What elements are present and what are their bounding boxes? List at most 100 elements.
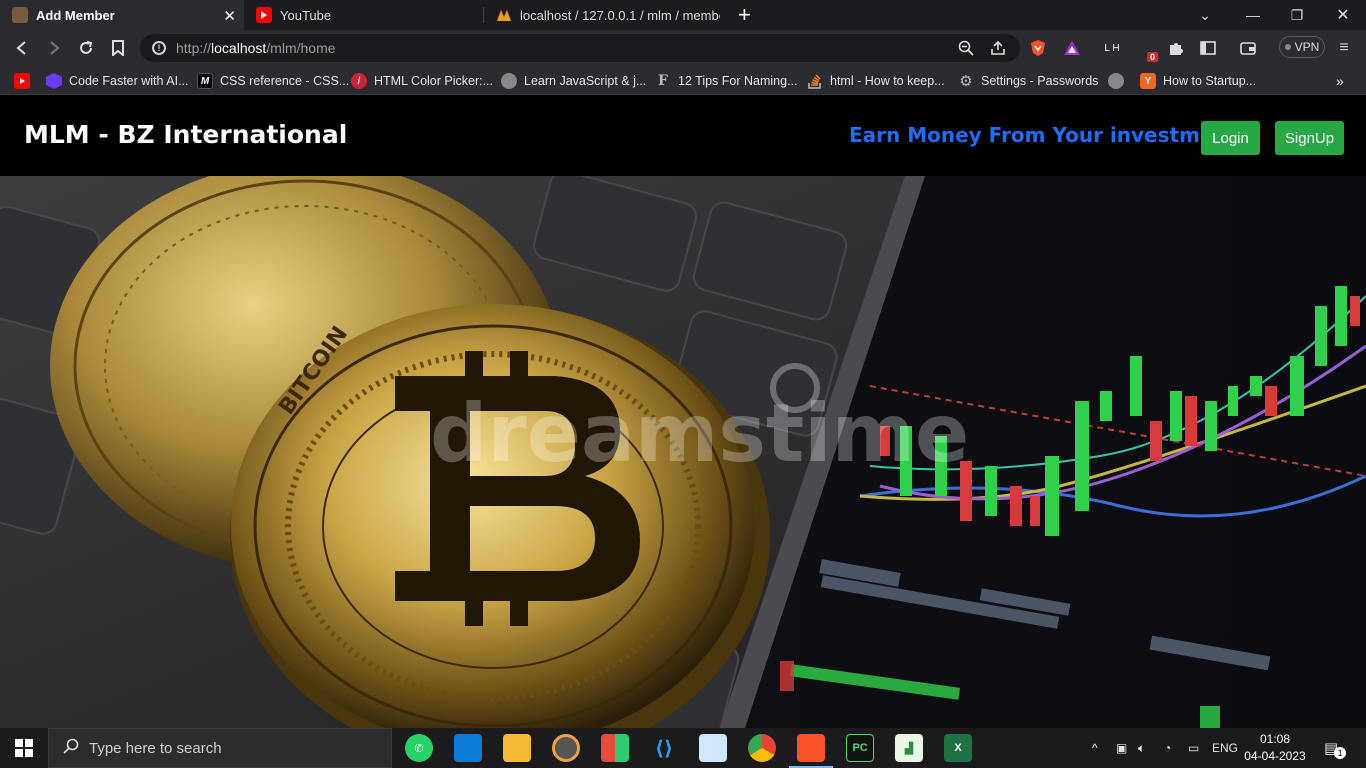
windows-taskbar: Type here to search ✆ ⟨⟩ PC ▟ X ^ ▣ 🔈︎ ◔… bbox=[0, 728, 1366, 768]
site-tagline: Earn Money From Your investment bbox=[849, 123, 1238, 147]
clock-time: 01:08 bbox=[1259, 732, 1291, 746]
extension-badge-count: 0 bbox=[1146, 52, 1158, 62]
restore-icon[interactable]: ❐ bbox=[1282, 0, 1312, 30]
bookmark-item[interactable]: ⚙ Settings - Passwords bbox=[958, 72, 1098, 90]
bookmark-label: 12 Tips For Naming... bbox=[678, 74, 798, 88]
site-info-icon[interactable]: ! bbox=[152, 41, 166, 55]
sidebar-icon[interactable] bbox=[1198, 38, 1218, 58]
file-explorer-icon[interactable] bbox=[503, 734, 531, 762]
chrome-icon[interactable] bbox=[748, 734, 776, 762]
excel-icon[interactable]: X bbox=[944, 734, 972, 762]
close-tab-icon[interactable]: ✕ bbox=[223, 7, 236, 25]
meet-now-icon[interactable]: ▣ bbox=[1116, 728, 1127, 768]
login-button[interactable]: Login bbox=[1201, 121, 1260, 155]
minimize-icon[interactable]: — bbox=[1238, 0, 1268, 30]
bookmark-item[interactable]: M CSS reference - CSS... bbox=[197, 72, 349, 90]
clock-date: 04-04-2023 bbox=[1244, 749, 1306, 763]
address-bar[interactable]: ! http://localhost/mlm/home bbox=[140, 34, 1020, 62]
lighthouse-extension-icon[interactable]: L H bbox=[1102, 38, 1122, 58]
watermark-text: dreamstime bbox=[430, 387, 969, 480]
color-picker-icon: / bbox=[351, 73, 367, 89]
menu-icon[interactable]: ≡ bbox=[1334, 38, 1354, 58]
site-favicon-icon bbox=[12, 7, 28, 23]
windows-start-icon[interactable] bbox=[0, 728, 48, 768]
site-brand[interactable]: MLM - BZ International bbox=[24, 120, 347, 149]
media-player-icon[interactable] bbox=[552, 734, 580, 762]
network-icon[interactable]: ◔ bbox=[1164, 728, 1171, 768]
whatsapp-icon[interactable]: ✆ bbox=[405, 734, 433, 762]
bookmark-label: Learn JavaScript & j... bbox=[524, 74, 647, 88]
f-logo-icon: F bbox=[658, 73, 668, 89]
gear-icon: ⚙ bbox=[959, 73, 973, 90]
forward-icon[interactable] bbox=[44, 38, 64, 58]
taskbar-search-box[interactable]: Type here to search bbox=[48, 728, 392, 768]
youtube-icon bbox=[14, 73, 30, 89]
vpn-label: VPN bbox=[1294, 40, 1320, 54]
tab-add-member[interactable]: Add Member ✕ bbox=[0, 0, 244, 30]
vscode-icon[interactable]: ⟨⟩ bbox=[650, 734, 678, 762]
share-icon[interactable] bbox=[988, 38, 1008, 58]
stackoverflow-icon bbox=[807, 73, 823, 89]
globe-icon bbox=[1108, 73, 1124, 89]
bookmark-label: html - How to keep... bbox=[830, 74, 945, 88]
chart-app-icon[interactable]: ▟ bbox=[895, 734, 923, 762]
wallet-icon[interactable] bbox=[1238, 38, 1258, 58]
close-window-icon[interactable]: ✕ bbox=[1328, 0, 1358, 30]
brave-shields-icon[interactable] bbox=[1028, 38, 1048, 58]
browser-toolbar: ! http://localhost/mlm/home L H 0 VPN ≡ bbox=[0, 30, 1366, 66]
hero-image: BITCOIN dreamstime bbox=[0, 176, 1366, 728]
web-page: MLM - BZ International Earn Money From Y… bbox=[0, 96, 1366, 728]
bookmark-item[interactable]: Learn JavaScript & j... bbox=[501, 72, 646, 90]
brave-rewards-icon[interactable] bbox=[1062, 38, 1082, 58]
bookmark-item[interactable]: / HTML Color Picker:... bbox=[351, 72, 493, 90]
bookmarks-overflow-icon[interactable]: » bbox=[1336, 72, 1344, 90]
new-tab-button[interactable]: + bbox=[738, 0, 751, 30]
extensions-puzzle-icon[interactable] bbox=[1166, 38, 1186, 58]
vpn-button[interactable]: VPN bbox=[1279, 36, 1325, 58]
taskview-app-icon[interactable] bbox=[454, 734, 482, 762]
tab-phpmyadmin[interactable]: localhost / 127.0.0.1 / mlm / members bbox=[484, 0, 724, 30]
back-icon[interactable] bbox=[12, 38, 32, 58]
bookmark-label: Code Faster with AI... bbox=[69, 74, 189, 88]
bookmark-item[interactable]: html - How to keep... bbox=[807, 72, 945, 90]
bookmark-item[interactable]: Y How to Startup... bbox=[1140, 72, 1256, 90]
bookmark-item-globe[interactable] bbox=[1108, 72, 1131, 90]
signup-button[interactable]: SignUp bbox=[1275, 121, 1344, 155]
language-indicator[interactable]: ENG bbox=[1212, 728, 1238, 768]
tab-youtube[interactable]: YouTube bbox=[244, 0, 484, 30]
tab-title: Add Member bbox=[36, 7, 115, 23]
youtube-icon bbox=[256, 7, 272, 23]
hexagon-icon bbox=[46, 73, 62, 89]
brave-browser-icon[interactable] bbox=[789, 734, 833, 768]
site-header: MLM - BZ International Earn Money From Y… bbox=[0, 96, 1366, 176]
notification-center-icon[interactable]: ▤ 1 bbox=[1324, 728, 1347, 768]
browser-tab-strip: Add Member ✕ YouTube localhost / 127.0.0… bbox=[0, 0, 1366, 30]
bookmark-item[interactable]: Code Faster with AI... bbox=[46, 72, 189, 90]
bookmark-label: Settings - Passwords bbox=[981, 74, 1099, 88]
notification-count: 1 bbox=[1334, 747, 1347, 759]
box-app-icon[interactable] bbox=[699, 734, 727, 762]
lh-label: L H bbox=[1104, 42, 1120, 54]
bookmark-youtube[interactable] bbox=[14, 72, 37, 90]
battery-icon[interactable]: ▭ bbox=[1188, 728, 1199, 768]
reload-icon[interactable] bbox=[76, 38, 96, 58]
bookmark-label: CSS reference - CSS... bbox=[220, 74, 350, 88]
pycharm-icon[interactable]: PC bbox=[846, 734, 874, 762]
bookmark-label: HTML Color Picker:... bbox=[374, 74, 494, 88]
m-logo-icon: M bbox=[197, 73, 213, 89]
office-app-icon[interactable] bbox=[601, 734, 629, 762]
search-icon bbox=[63, 738, 79, 759]
zoom-icon[interactable] bbox=[956, 38, 976, 58]
bookmark-icon[interactable] bbox=[108, 38, 128, 58]
extension-badge-icon[interactable]: 0 bbox=[1136, 38, 1158, 62]
search-placeholder: Type here to search bbox=[89, 739, 222, 757]
url-text: http://localhost/mlm/home bbox=[176, 40, 336, 56]
show-hidden-icons-chevron[interactable]: ^ bbox=[1092, 728, 1098, 768]
tab-search-chevron-icon[interactable]: ⌄ bbox=[1190, 0, 1220, 30]
bookmark-item[interactable]: F 12 Tips For Naming... bbox=[655, 72, 798, 90]
volume-icon[interactable]: 🔈︎ bbox=[1138, 728, 1145, 768]
bookmark-label: How to Startup... bbox=[1163, 74, 1257, 88]
system-clock[interactable]: 01:08 04-04-2023 bbox=[1240, 731, 1310, 765]
bookmarks-bar: Code Faster with AI... M CSS reference -… bbox=[0, 66, 1366, 95]
phpmyadmin-icon bbox=[496, 7, 512, 23]
